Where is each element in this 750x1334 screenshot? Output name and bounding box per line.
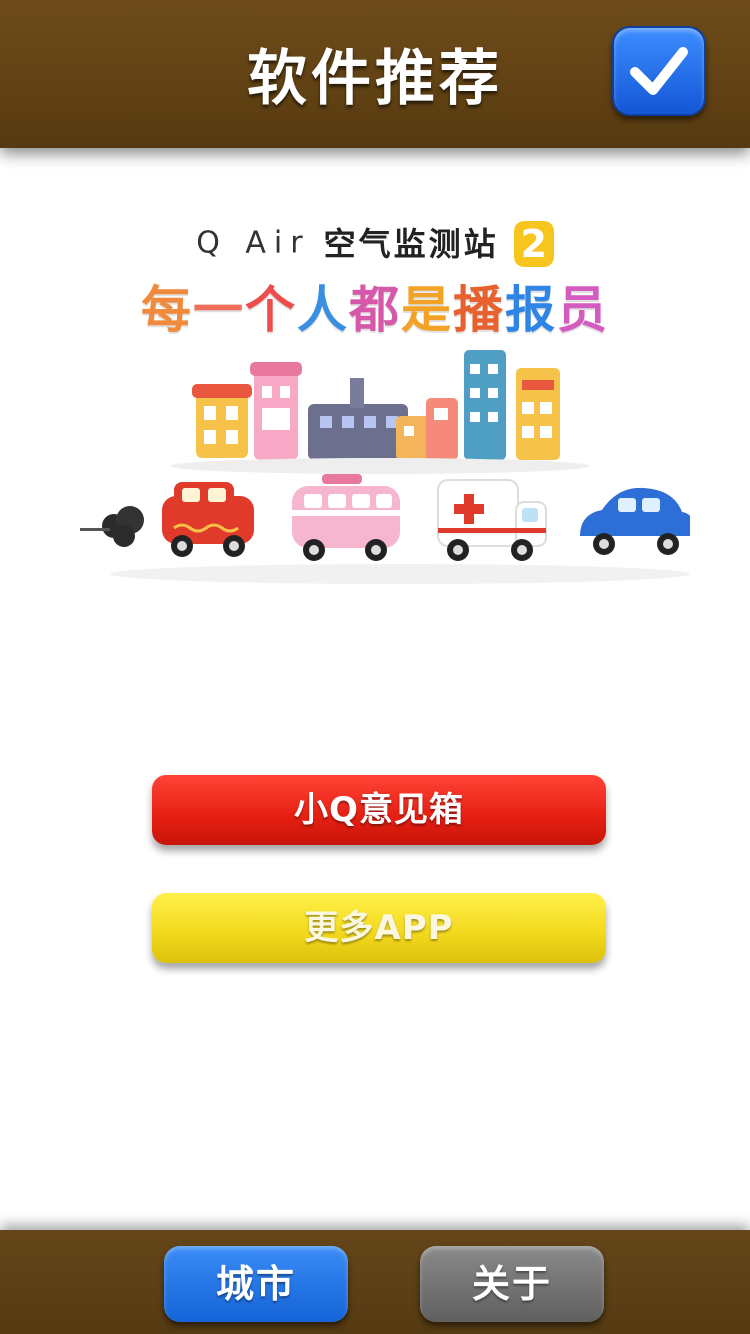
- bottom-tab-bar: 城市 关于: [0, 1230, 750, 1334]
- confirm-button[interactable]: [612, 26, 706, 116]
- building-icon: [192, 384, 252, 458]
- building-icon: [464, 350, 506, 460]
- slogan-char: 个: [245, 281, 297, 339]
- building-icon: [308, 378, 408, 460]
- more-apps-button[interactable]: 更多APP: [152, 893, 606, 963]
- city-vehicles-illustration: [80, 350, 690, 584]
- station-name: 空气监测站: [323, 224, 499, 263]
- tab-city[interactable]: 城市: [164, 1246, 348, 1322]
- version-badge: 2: [513, 220, 554, 267]
- slogan-char: 员: [557, 281, 609, 339]
- ambulance-icon: [437, 479, 547, 561]
- bus-icon: [292, 474, 400, 561]
- slogan-char: 人: [297, 281, 349, 339]
- app-name-row: Q Air 空气监测站 2: [0, 218, 750, 268]
- blue-car-icon: [580, 487, 690, 555]
- slogan-char: 每: [141, 281, 193, 339]
- brand-name: Q Air: [196, 225, 311, 261]
- promo-banner: Q Air 空气监测站 2 每一个人都是播报员: [0, 150, 750, 630]
- slogan-char: 一: [193, 281, 245, 339]
- building-icon: [250, 362, 302, 460]
- checkmark-icon: [630, 47, 688, 95]
- feedback-box-button[interactable]: 小Q意见箱: [152, 775, 606, 845]
- slogan: 每一个人都是播报员: [0, 270, 750, 342]
- red-car-icon: [162, 482, 254, 557]
- slogan-char: 报: [505, 281, 557, 339]
- tab-about[interactable]: 关于: [420, 1246, 604, 1322]
- slogan-char: 播: [453, 281, 505, 339]
- header-bar: 软件推荐: [0, 0, 750, 148]
- slogan-char: 是: [401, 281, 453, 339]
- building-icon: [516, 368, 560, 460]
- slogan-char: 都: [349, 281, 401, 339]
- smoke-icon: [80, 506, 144, 547]
